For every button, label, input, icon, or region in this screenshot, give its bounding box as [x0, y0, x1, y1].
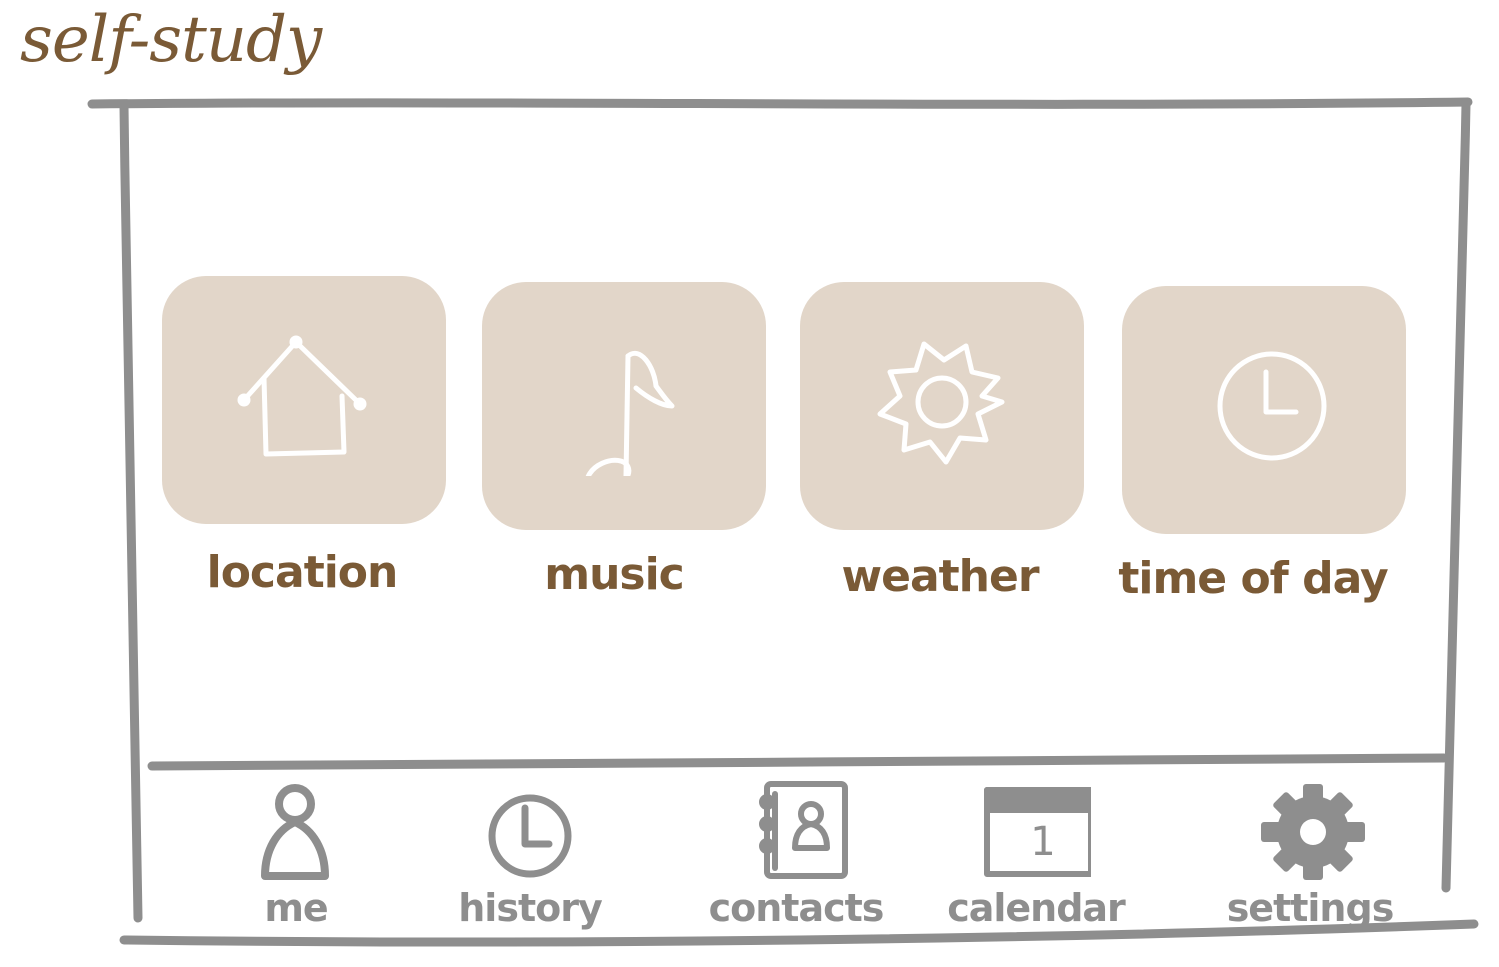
gear-icon	[1261, 784, 1365, 880]
sun-icon	[877, 341, 1005, 465]
weather-tile[interactable]	[800, 282, 1084, 530]
address-book-icon	[759, 781, 848, 879]
frame-top-border	[87, 97, 1473, 109]
house-icon	[237, 335, 367, 457]
nav-label-me: me	[264, 886, 328, 930]
person-icon	[261, 784, 329, 880]
frame-right-border	[1441, 99, 1471, 893]
music-label: music	[544, 549, 685, 600]
music-tile[interactable]	[482, 282, 766, 530]
location-label: location	[206, 547, 399, 598]
time-of-day-label: time of day	[1118, 553, 1388, 604]
nav-divider	[147, 753, 1449, 771]
clock-icon	[1217, 351, 1327, 461]
calendar-day-number: 1	[1030, 819, 1056, 865]
clock-icon	[488, 794, 572, 878]
nav-item-settings[interactable]: settings	[1200, 780, 1420, 940]
nav-item-me[interactable]: me	[186, 780, 406, 940]
nav-item-history[interactable]: history	[420, 780, 640, 940]
nav-item-calendar[interactable]: 1 calendar	[926, 780, 1146, 940]
weather-label: weather	[841, 551, 1039, 602]
nav-label-contacts: contacts	[708, 886, 885, 930]
location-tile[interactable]	[162, 276, 446, 524]
nav-label-calendar: calendar	[947, 886, 1126, 930]
time-of-day-tile[interactable]	[1122, 286, 1406, 534]
nav-label-settings: settings	[1226, 886, 1395, 930]
nav-item-contacts[interactable]: contacts	[686, 780, 906, 940]
frame-left-border	[119, 101, 143, 923]
nav-label-history: history	[458, 886, 602, 930]
music-note-icon	[584, 351, 675, 476]
